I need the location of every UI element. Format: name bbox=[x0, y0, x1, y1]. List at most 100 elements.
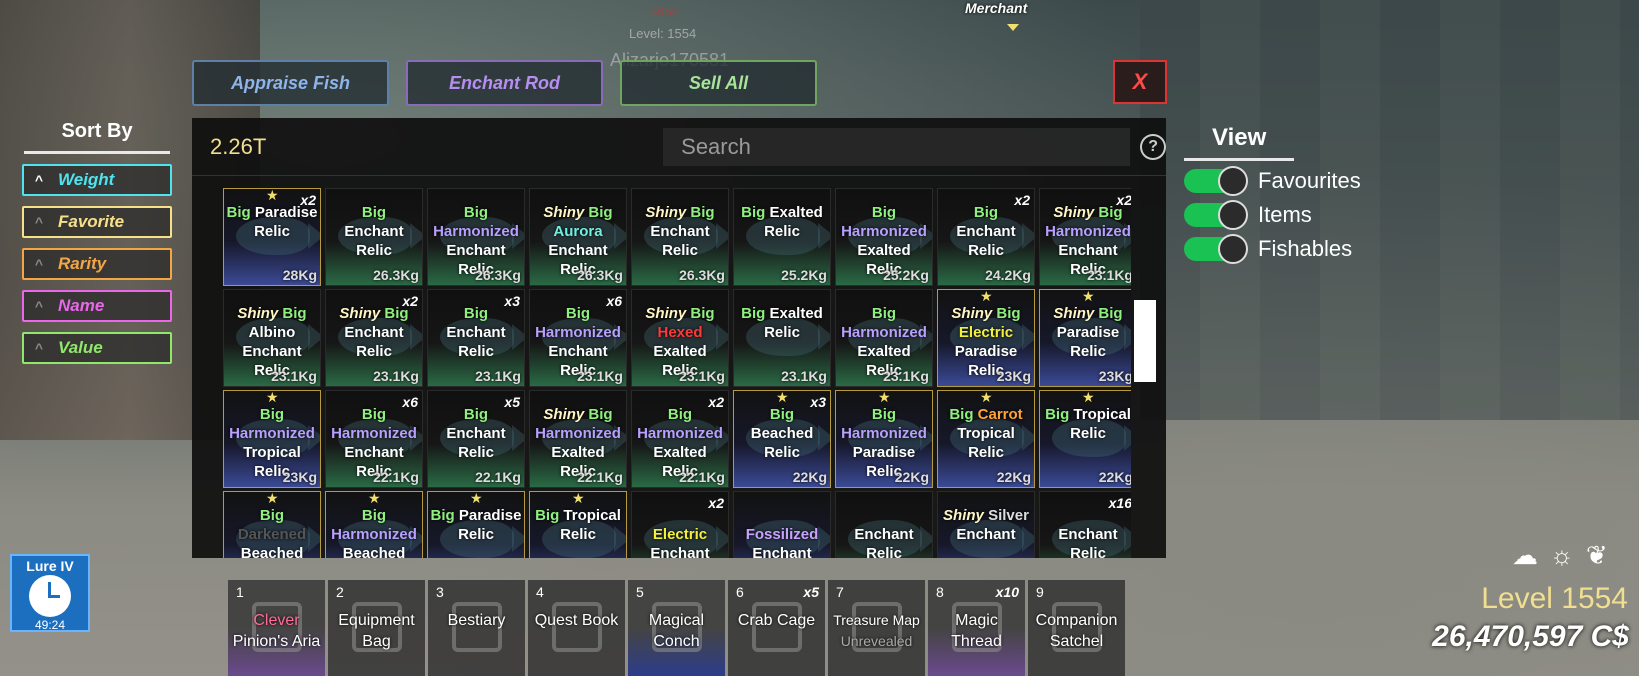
chevron-up-icon: ^ bbox=[34, 340, 44, 356]
inventory-item[interactable]: Shiny Big Hexed Exalted Relic 23.1Kg bbox=[631, 289, 729, 387]
item-name-part: Enchant Relic bbox=[344, 324, 404, 360]
help-icon[interactable]: ? bbox=[1140, 133, 1166, 160]
item-weight: 23.1Kg bbox=[577, 368, 623, 384]
hotbar-slot-3[interactable]: 3 Bestiary bbox=[428, 580, 525, 676]
sort-label: Name bbox=[58, 296, 105, 315]
inventory-item[interactable]: Shiny Big Harmonized Exalted Relic 22.1Kg bbox=[529, 390, 627, 488]
item-count: x3 bbox=[504, 293, 520, 309]
toggle-row-items: Items bbox=[1184, 200, 1361, 230]
fishables-toggle[interactable] bbox=[1184, 234, 1248, 264]
hotbar-slot-2[interactable]: 2 Equipment Bag bbox=[328, 580, 425, 676]
chevron-up-icon: ^ bbox=[34, 298, 44, 314]
inventory-item[interactable]: Big Exalted Relic 23.1Kg bbox=[733, 289, 831, 387]
item-weight: 26.3Kg bbox=[679, 267, 725, 283]
item-name-part: Paradise Relic bbox=[254, 204, 318, 240]
item-count: x6 bbox=[402, 394, 418, 410]
item-weight: 22Kg bbox=[894, 469, 929, 485]
hotbar-slot-9[interactable]: 9 Companion Satchel bbox=[1028, 580, 1125, 676]
inventory-item[interactable]: ★ Big Carrot Tropical Relic 22Kg bbox=[937, 390, 1035, 488]
enchant-rod-button[interactable]: Enchant Rod bbox=[406, 60, 603, 106]
chevron-up-icon: ^ bbox=[34, 172, 44, 188]
hotbar-slot-1[interactable]: 1 Clever Pinion's Aria bbox=[228, 580, 325, 676]
hotbar-slot-6[interactable]: 6 x5 Crab Cage bbox=[728, 580, 825, 676]
inventory-item[interactable]: Shiny Big Enchant Relic 26.3Kg bbox=[631, 188, 729, 286]
inventory-item[interactable]: Big Enchant Relic 26.3Kg bbox=[325, 188, 423, 286]
sort-favorite-button[interactable]: ^ Favorite bbox=[22, 206, 172, 238]
item-name-part: Big bbox=[430, 507, 459, 524]
item-name-part: Big bbox=[871, 406, 897, 423]
inventory-item[interactable]: Big Exalted Relic 25.2Kg bbox=[733, 188, 831, 286]
view-toggles: Favourites Items Fishables bbox=[1184, 166, 1361, 264]
hotbar-slot-8[interactable]: 8 x10 Magic Thread bbox=[928, 580, 1025, 676]
item-name-part: Hexed bbox=[657, 324, 703, 341]
item-name-part: Shiny bbox=[943, 507, 989, 524]
inventory-item[interactable]: Big Harmonized Enchant Relic 26.3Kg bbox=[427, 188, 525, 286]
item-name-part: Harmonized bbox=[841, 223, 927, 240]
item-weight: 26.3Kg bbox=[577, 267, 623, 283]
inventory-item[interactable]: ★ Shiny Big Electric Paradise Relic 23Kg bbox=[937, 289, 1035, 387]
item-name-part: Tropical Relic bbox=[1070, 406, 1131, 442]
hotbar-slot-4[interactable]: 4 Quest Book bbox=[528, 580, 625, 676]
inventory-item[interactable]: Shiny Big Harmonized Enchant Relic x2 23.1Kg bbox=[1039, 188, 1131, 286]
item-name-part: Big bbox=[690, 204, 715, 221]
inventory-item[interactable]: ★Big Darkened Beached Relic bbox=[223, 491, 321, 558]
inventory-item[interactable]: Shiny Silver Enchant bbox=[937, 491, 1035, 558]
item-name-part: Harmonized bbox=[637, 425, 723, 442]
items-toggle[interactable] bbox=[1184, 200, 1248, 230]
item-weight: 22Kg bbox=[792, 469, 827, 485]
sell-all-button[interactable]: Sell All bbox=[620, 60, 817, 106]
item-count: x2 bbox=[708, 394, 724, 410]
inventory-item[interactable]: Enchant Relic x16 bbox=[1039, 491, 1131, 558]
inventory-item[interactable]: Big Enchant Relic x5 22.1Kg bbox=[427, 390, 525, 488]
sort-name-button[interactable]: ^ Name bbox=[22, 290, 172, 322]
inventory-scrollbar[interactable] bbox=[1134, 300, 1156, 382]
inventory-currency: 2.26T bbox=[210, 133, 267, 159]
close-button[interactable]: X bbox=[1113, 60, 1167, 104]
inventory-item[interactable]: Fossilized Enchant Relic bbox=[733, 491, 831, 558]
item-name-part: Harmonized bbox=[535, 324, 621, 341]
inventory-item[interactable]: Shiny Big Enchant Relic x2 23.1Kg bbox=[325, 289, 423, 387]
inventory-item[interactable]: ★ Shiny Big Paradise Relic 23Kg bbox=[1039, 289, 1131, 387]
favorite-star-icon: ★ bbox=[1082, 390, 1095, 405]
hotbar-slot-5[interactable]: 5 Magical Conch bbox=[628, 580, 725, 676]
inventory-item[interactable]: Shiny Big Aurora Enchant Relic 26.3Kg bbox=[529, 188, 627, 286]
inventory-item[interactable]: ★ Big Harmonized Paradise Relic 22Kg bbox=[835, 390, 933, 488]
inventory-item[interactable]: ★ Big Paradise Relic x2 28Kg bbox=[223, 188, 321, 286]
item-name-part: Shiny bbox=[645, 305, 691, 322]
inventory-item[interactable]: Enchant Relic bbox=[835, 491, 933, 558]
lure-buff: Lure IV 49:24 bbox=[10, 554, 90, 632]
item-name-part: Big bbox=[226, 204, 255, 221]
inventory-item[interactable]: Big Harmonized Enchant Relic x6 22.1Kg bbox=[325, 390, 423, 488]
item-name-part: Harmonized bbox=[331, 425, 417, 442]
inventory-item[interactable]: Electric Enchant Relic x2 bbox=[631, 491, 729, 558]
slot-count: x5 bbox=[803, 584, 819, 600]
inventory-item[interactable]: ★ Big Tropical Relic 22Kg bbox=[1039, 390, 1131, 488]
inventory-item[interactable]: Big Harmonized Exalted Relic 23.1Kg bbox=[835, 289, 933, 387]
sort-rarity-button[interactable]: ^ Rarity bbox=[22, 248, 172, 280]
item-count: x6 bbox=[606, 293, 622, 309]
item-weight: 26.3Kg bbox=[475, 267, 521, 283]
search-input[interactable] bbox=[663, 127, 1131, 166]
item-name: Big Tropical Relic bbox=[1042, 405, 1131, 443]
favourites-toggle[interactable] bbox=[1184, 166, 1248, 196]
inventory-item[interactable]: ★ Big Harmonized Tropical Relic 23Kg bbox=[223, 390, 321, 488]
inventory-item[interactable]: Big Harmonized Enchant Relic x6 23.1Kg bbox=[529, 289, 627, 387]
inventory-item[interactable]: ★Big Harmonized Beached Relic bbox=[325, 491, 423, 558]
item-weight: 23Kg bbox=[996, 368, 1031, 384]
sort-value-button[interactable]: ^ Value bbox=[22, 332, 172, 364]
slot-label: Companion Satchel bbox=[1028, 610, 1125, 652]
inventory-item[interactable]: Big Enchant Relic x2 24.2Kg bbox=[937, 188, 1035, 286]
item-name-part: Big bbox=[996, 305, 1021, 322]
item-name-part: Shiny bbox=[645, 204, 691, 221]
inventory-item[interactable]: Big Enchant Relic x3 23.1Kg bbox=[427, 289, 525, 387]
inventory-item[interactable]: Big Harmonized Exalted Relic 25.2Kg bbox=[835, 188, 933, 286]
inventory-item[interactable]: ★ Big Paradise Relic bbox=[427, 491, 525, 558]
inventory-item[interactable]: Big Harmonized Exalted Relic x2 22.1Kg bbox=[631, 390, 729, 488]
appraise-fish-button[interactable]: Appraise Fish bbox=[192, 60, 389, 106]
inventory-item[interactable]: ★ Big Tropical Relic bbox=[529, 491, 627, 558]
inventory-item[interactable]: ★ Big Beached Relic x3 22Kg bbox=[733, 390, 831, 488]
sort-weight-button[interactable]: ^ Weight bbox=[22, 164, 172, 196]
inventory-item[interactable]: Shiny Big Albino Enchant Relic 23.1Kg bbox=[223, 289, 321, 387]
item-name: Big Harmonized Beached Relic bbox=[328, 506, 420, 558]
hotbar-slot-7[interactable]: 7 Treasure Map Unrevealed bbox=[828, 580, 925, 676]
